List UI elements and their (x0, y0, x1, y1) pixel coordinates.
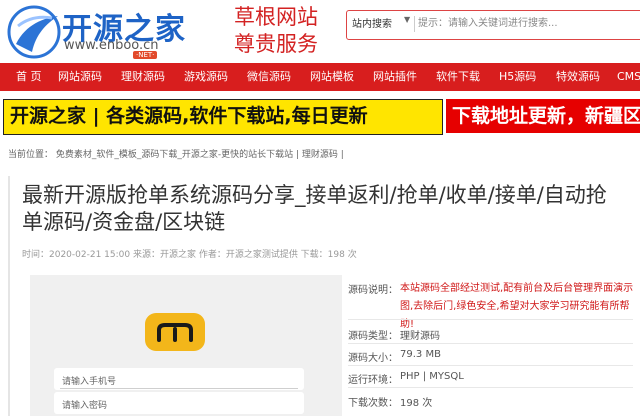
info-desc-text: 本站源码全部经过测试,配有前台及后台管理界面演示图,去除后门,绿色安全,希望对大… (400, 283, 634, 330)
info-size-value: 79.3 MB (400, 349, 441, 360)
slogan: 草根网站 尊贵服务 (234, 4, 318, 58)
nav-item-h5-source[interactable]: H5源码 (499, 63, 536, 91)
search-input[interactable] (418, 13, 638, 33)
nav-item-effects-source[interactable]: 特效源码 (556, 63, 600, 91)
info-type-label: 源码类型： (348, 331, 398, 342)
info-desc-label: 源码说明： (348, 285, 398, 296)
nav-item-web-source[interactable]: 网站源码 (58, 63, 102, 91)
info-downloads-label: 下载次数： (348, 398, 398, 409)
nav-item-web-plugin[interactable]: 网站插件 (373, 63, 417, 91)
nav-item-cms[interactable]: CMS (617, 63, 640, 91)
slogan-line-2: 尊贵服务 (234, 32, 318, 56)
article-meta: 时间：2020-02-21 15:00 来源：开源之家 作者：开源之家测试提供 … (22, 250, 357, 260)
preview-password-placeholder: 请输入密码 (62, 401, 108, 411)
nav-item-software-download[interactable]: 软件下载 (436, 63, 480, 91)
info-size-label: 源码大小： (348, 353, 398, 364)
chevron-down-icon[interactable]: ▼ (404, 15, 410, 24)
search-divider (414, 16, 415, 32)
preview-divider (60, 388, 298, 389)
info-type-value: 理财源码 (400, 331, 440, 342)
logo-icon[interactable] (6, 4, 62, 60)
nav-item-wechat-source[interactable]: 微信源码 (247, 63, 291, 91)
search-category-select[interactable]: 站内搜索 (352, 15, 392, 30)
banner-red-text: 下载地址更新，新疆区 (452, 105, 640, 127)
nav-item-home[interactable]: 首 页 (16, 63, 42, 91)
banner-yellow-text: 开源之家 | 各类源码,软件下载站,每日更新 (10, 105, 368, 127)
info-divider (348, 343, 633, 344)
info-divider (348, 387, 633, 388)
nav-item-finance-source[interactable]: 理财源码 (121, 63, 165, 91)
slogan-line-1: 草根网站 (234, 5, 318, 29)
content-border (8, 176, 10, 416)
preview-phone-placeholder: 请输入手机号 (62, 377, 117, 387)
info-divider (348, 319, 633, 320)
nav-item-web-template[interactable]: 网站模板 (310, 63, 354, 91)
logo-badge: ·NET· (133, 51, 158, 59)
nav-item-game-source[interactable]: 游戏源码 (184, 63, 228, 91)
breadcrumb[interactable]: 当前位置： 免费素材_软件_模板_源码下载_开源之家-更快的站长下载站 | 理财… (8, 147, 344, 160)
info-downloads-value: 198 次 (400, 398, 433, 409)
article-title: 最新开源版抢单系统源码分享_接单返利/抢单/收单/接单/自动抢单源码/资金盘/区… (22, 183, 607, 234)
info-divider (348, 365, 633, 366)
app-logo-icon (157, 323, 193, 342)
info-env-label: 运行环境： (348, 375, 398, 386)
info-env-value: PHP | MYSQL (400, 371, 464, 382)
